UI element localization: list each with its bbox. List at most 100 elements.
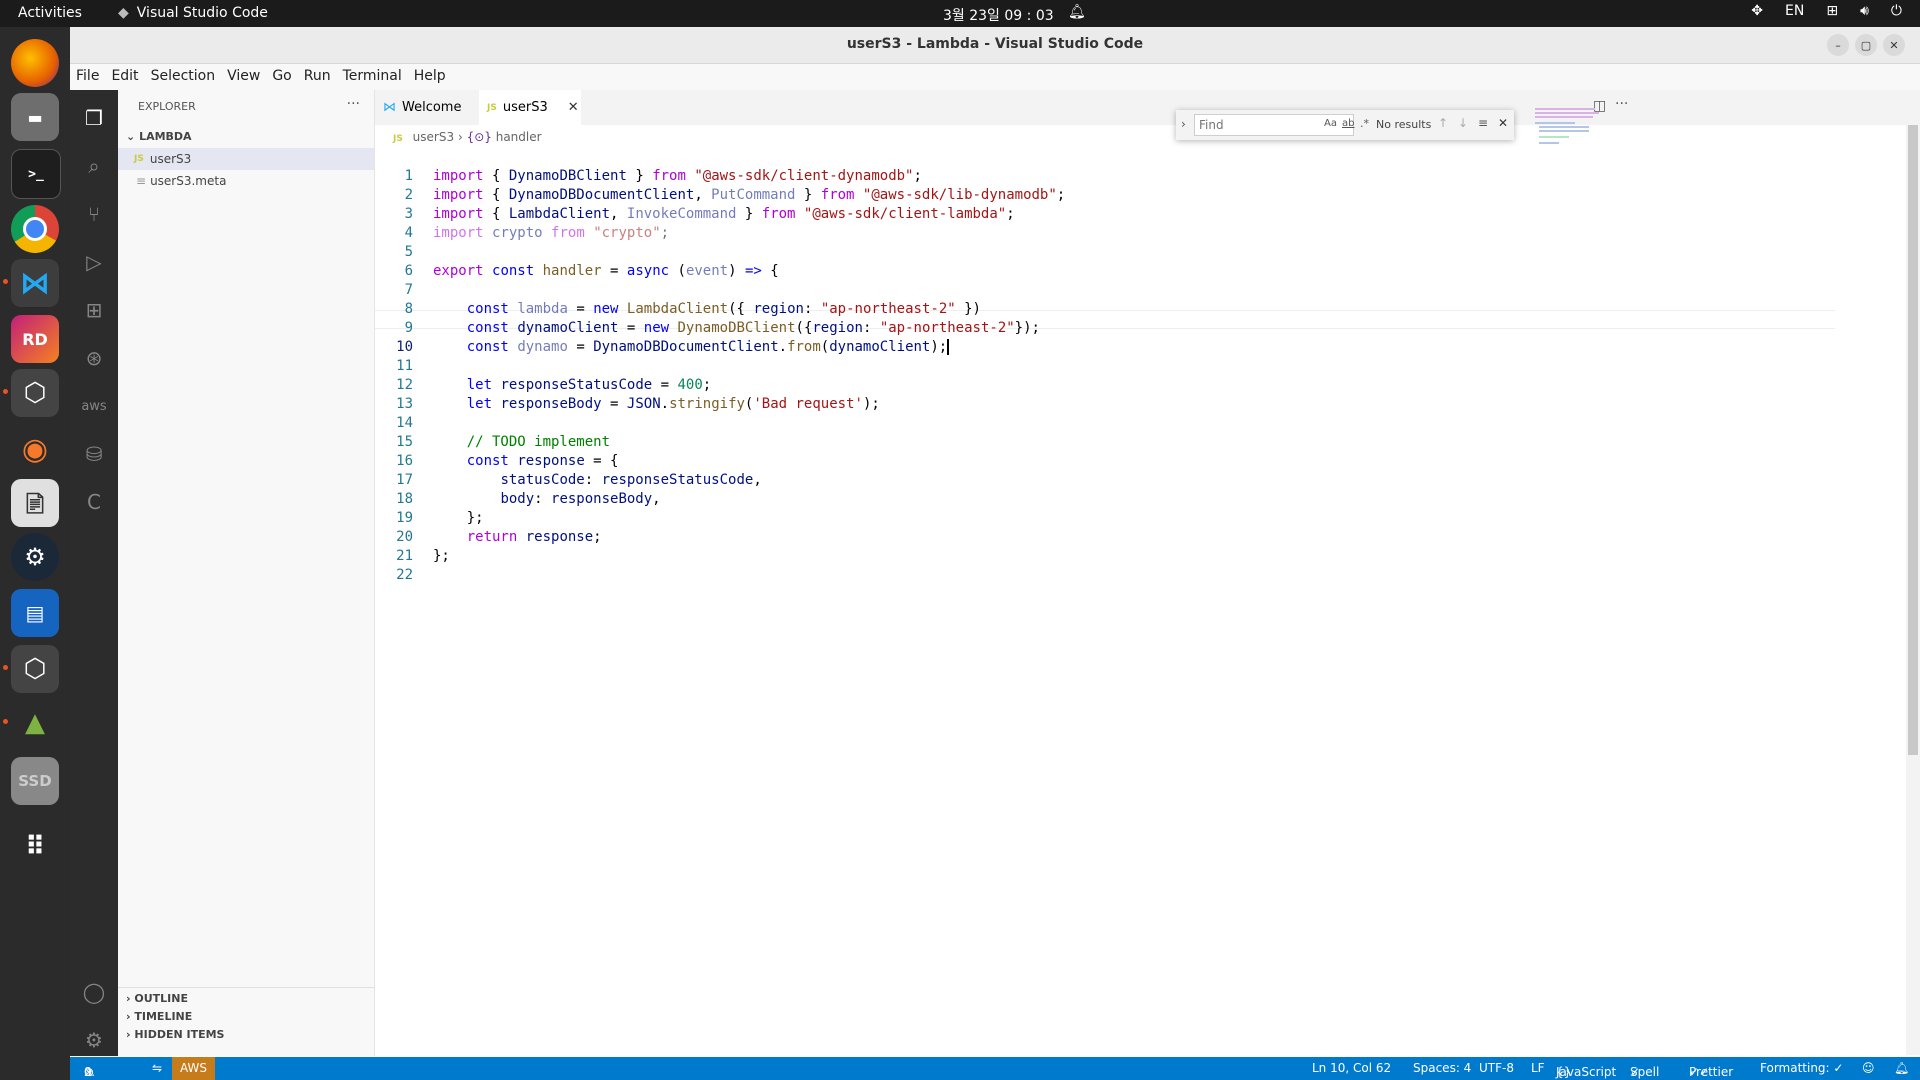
hidden-items-section[interactable]: › HIDDEN ITEMS: [126, 1028, 224, 1041]
menu-terminal[interactable]: Terminal: [337, 64, 408, 90]
source-control-icon[interactable]: ⑂: [80, 200, 108, 228]
notifications-icon[interactable]: 🔔︎: [1894, 1061, 1909, 1075]
cursor-position[interactable]: Ln 10, Col 62: [1312, 1061, 1391, 1075]
vscode-dock-icon[interactable]: ⋈: [11, 259, 59, 307]
tab-close-icon[interactable]: ✕: [568, 100, 579, 115]
match-word-icon[interactable]: ab: [1342, 118, 1354, 129]
folder-label: LAMBDA: [139, 130, 192, 143]
menu-bar: File Edit Selection View Go Run Terminal…: [70, 64, 1920, 90]
breadcrumb: JS userS3 › {⊙} handler: [393, 130, 542, 144]
outline-section[interactable]: › OUTLINE: [126, 992, 188, 1005]
next-match-icon[interactable]: ↓: [1458, 116, 1468, 130]
run-debug-icon[interactable]: ▷: [80, 248, 108, 276]
line-number: 6: [404, 263, 413, 279]
menu-go[interactable]: Go: [266, 64, 297, 90]
chevron-down-icon: ⌄: [126, 130, 136, 143]
tab-welcome[interactable]: ⋈ Welcome: [375, 90, 479, 125]
unity-editor-icon[interactable]: ⬡: [11, 645, 59, 693]
database-icon[interactable]: ⛁: [80, 440, 108, 468]
wired-network-icon[interactable]: ⊞: [1826, 3, 1838, 19]
tab-users3[interactable]: JS userS3 ✕: [479, 90, 581, 125]
unity-hub-icon[interactable]: ⬡: [11, 369, 59, 417]
code-line: return response;: [466, 529, 602, 545]
aws-icon[interactable]: aws: [80, 392, 108, 420]
volume-icon[interactable]: 🔊︎: [1860, 3, 1869, 19]
line-number: 2: [404, 187, 413, 203]
line-number: 17: [396, 472, 413, 488]
timeline-section[interactable]: › TIMELINE: [126, 1010, 192, 1023]
search-icon[interactable]: ⌕: [80, 152, 108, 180]
writer-icon[interactable]: ▤: [11, 589, 59, 637]
js-file-icon: JS: [134, 154, 144, 164]
system-top-bar: Activities ◆ Visual Studio Code 3월 23일 0…: [0, 0, 1920, 27]
language-indicator[interactable]: EN: [1785, 3, 1804, 19]
match-case-icon[interactable]: Aa: [1324, 118, 1337, 129]
indentation[interactable]: Spaces: 4: [1413, 1061, 1471, 1075]
chevron-right-icon: ›: [457, 130, 467, 144]
close-find-icon[interactable]: ✕: [1498, 116, 1508, 130]
menu-edit[interactable]: Edit: [105, 64, 144, 90]
chrome-icon[interactable]: [11, 205, 59, 253]
regex-icon[interactable]: .*: [1360, 117, 1369, 130]
feedback-icon[interactable]: ☺: [1862, 1061, 1875, 1075]
previous-match-icon[interactable]: ↑: [1438, 116, 1448, 130]
power-icon[interactable]: ⏻: [1891, 3, 1902, 19]
git-graph-icon[interactable]: ⊛: [80, 344, 108, 372]
explorer-icon[interactable]: ❐: [80, 104, 108, 132]
vscode-icon: ⋈: [383, 100, 396, 115]
file-item-users3[interactable]: JS userS3: [118, 148, 374, 170]
close-icon[interactable]: ✕: [1883, 34, 1905, 56]
clock[interactable]: 3월 23일 09 : 03: [943, 5, 1054, 25]
folder-lambda[interactable]: ⌄ LAMBDA: [126, 130, 192, 143]
blender-icon[interactable]: ◉: [11, 425, 59, 473]
gear-icon[interactable]: ⚙: [80, 1026, 108, 1054]
steam-icon[interactable]: ⚙: [11, 533, 59, 581]
extensions-icon[interactable]: ⊞: [80, 296, 108, 324]
document-viewer-icon[interactable]: 📄︎: [11, 479, 59, 527]
editor-scrollbar[interactable]: [1906, 125, 1920, 1055]
menu-help[interactable]: Help: [408, 64, 452, 90]
minimize-icon[interactable]: –: [1827, 34, 1849, 56]
formatting-status[interactable]: Formatting: ✓: [1760, 1061, 1843, 1075]
rider-icon[interactable]: RD: [11, 315, 59, 363]
window-title: userS3 - Lambda - Visual Studio Code: [846, 36, 1144, 52]
line-number: 18: [396, 491, 413, 507]
account-icon[interactable]: ◯: [80, 978, 108, 1006]
ssd-drive-icon[interactable]: SSD: [11, 757, 59, 805]
more-actions-icon[interactable]: ···: [1615, 96, 1628, 112]
files-icon[interactable]: ▬: [11, 93, 59, 141]
firefox-icon[interactable]: [11, 39, 59, 87]
end-of-line[interactable]: LF: [1531, 1061, 1545, 1075]
line-number: 12: [396, 377, 413, 393]
maximize-icon[interactable]: ▢: [1855, 34, 1877, 56]
scrollbar-thumb[interactable]: [1908, 125, 1918, 755]
activities-button[interactable]: Activities: [18, 5, 82, 21]
encoding[interactable]: UTF-8: [1479, 1061, 1514, 1075]
vscode-window: userS3 - Lambda - Visual Studio Code – ▢…: [70, 27, 1920, 1080]
remote-icon[interactable]: ⇋: [152, 1061, 162, 1075]
menu-selection[interactable]: Selection: [145, 64, 222, 90]
aws-status-badge[interactable]: AWS: [172, 1057, 216, 1080]
file-item-users3-meta[interactable]: ≡ userS3.meta: [118, 170, 374, 192]
network-status-icon[interactable]: ✥: [1751, 3, 1763, 19]
breadcrumb-file[interactable]: userS3: [413, 130, 454, 144]
menu-run[interactable]: Run: [298, 64, 337, 90]
codewhisperer-icon[interactable]: C: [80, 488, 108, 516]
show-apps-icon[interactable]: ⠿: [11, 823, 59, 871]
breadcrumb-symbol[interactable]: handler: [496, 130, 542, 144]
minimap[interactable]: [1535, 108, 1605, 148]
find-in-selection-icon[interactable]: ≡: [1478, 116, 1488, 130]
line-number: 19: [396, 510, 413, 526]
app-menu[interactable]: ◆ Visual Studio Code: [118, 5, 268, 21]
title-bar[interactable]: userS3 - Lambda - Visual Studio Code – ▢…: [70, 27, 1920, 64]
bell-icon[interactable]: 🔔︎: [1068, 4, 1086, 20]
code-line: import crypto from "crypto";: [433, 225, 670, 241]
menu-file[interactable]: File: [70, 64, 105, 90]
line-number: 21: [396, 548, 413, 564]
js-file-icon: JS: [393, 134, 403, 144]
menu-view[interactable]: View: [221, 64, 266, 90]
terminal-icon[interactable]: >_: [11, 149, 61, 199]
app-triangle-icon[interactable]: ▲: [11, 699, 59, 747]
toggle-replace-icon[interactable]: ›: [1181, 117, 1186, 131]
more-actions-icon[interactable]: ···: [347, 96, 360, 112]
